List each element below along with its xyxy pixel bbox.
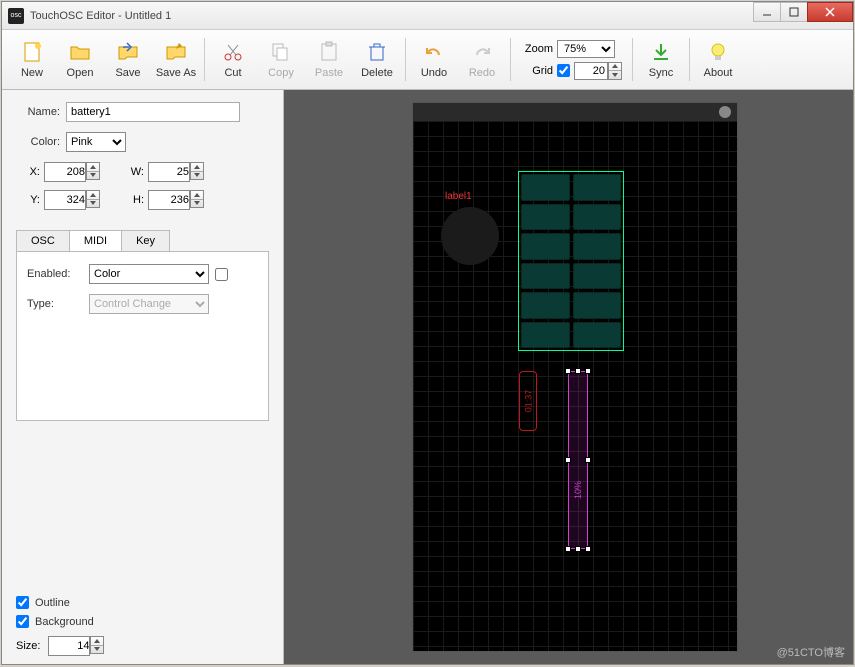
properties-panel: Name: Color: Pink X: Y: W: H: OSC MIDI Ke… [2,90,284,664]
device-statusbar [413,103,737,121]
zoom-label: Zoom [521,43,553,55]
cut-button[interactable]: Cut [209,34,257,85]
background-label: Background [35,616,94,628]
tab-midi[interactable]: MIDI [69,230,122,251]
w-label: W: [130,166,144,178]
folder-open-icon [68,40,92,64]
undo-icon [422,40,446,64]
canvas-area[interactable]: label1 01:37 10% [284,90,853,664]
titlebar[interactable]: osc TouchOSC Editor - Untitled 1 [2,2,853,30]
h-spinner[interactable] [190,190,204,208]
grid-surface[interactable]: label1 01:37 10% [413,121,737,651]
zoom-grid-controls: Zoom 75% Grid [515,34,628,85]
enabled-checkbox[interactable] [215,268,228,281]
tab-osc[interactable]: OSC [16,230,70,251]
color-label: Color: [16,136,60,148]
sync-button[interactable]: Sync [637,34,685,85]
toolbar: New Open Save Save As Cut Copy Paste Del… [2,30,853,90]
grid-checkbox[interactable] [557,64,570,77]
grid-label: Grid [521,65,553,77]
enabled-select[interactable]: Color [89,264,209,284]
x-input[interactable] [44,162,86,182]
background-checkbox[interactable] [16,615,29,628]
resize-handle[interactable] [575,368,581,374]
y-spinner[interactable] [86,190,100,208]
save-button[interactable]: Save [104,34,152,85]
window-title: TouchOSC Editor - Untitled 1 [30,10,754,22]
save-icon [116,40,140,64]
h-input[interactable] [148,190,190,210]
outline-checkbox[interactable] [16,596,29,609]
redo-icon [470,40,494,64]
y-label: Y: [26,194,40,206]
grid-value-input[interactable] [574,62,608,80]
close-button[interactable] [807,2,853,22]
sync-icon [649,40,673,64]
tab-body-midi: Enabled: Color Type: Control Change [16,251,269,421]
size-spinner[interactable] [90,636,104,654]
saveas-icon [164,40,188,64]
type-select: Control Change [89,294,209,314]
type-label: Type: [27,298,83,310]
resize-handle[interactable] [565,457,571,463]
control-time-label[interactable]: 01:37 [519,371,537,431]
resize-handle[interactable] [585,546,591,552]
maximize-button[interactable] [780,2,808,22]
minimize-button[interactable] [753,2,781,22]
size-input[interactable] [48,636,90,656]
new-button[interactable]: New [8,34,56,85]
about-button[interactable]: About [694,34,742,85]
name-label: Name: [16,106,60,118]
control-push-button[interactable] [441,207,499,265]
tab-key[interactable]: Key [121,230,170,251]
resize-handle[interactable] [565,368,571,374]
saveas-button[interactable]: Save As [152,34,200,85]
app-icon: osc [8,8,24,24]
outline-label: Outline [35,597,70,609]
x-spinner[interactable] [86,162,100,180]
copy-button[interactable]: Copy [257,34,305,85]
w-input[interactable] [148,162,190,182]
resize-handle[interactable] [565,546,571,552]
delete-button[interactable]: Delete [353,34,401,85]
resize-handle[interactable] [585,457,591,463]
control-multitoggle[interactable] [518,171,624,351]
enabled-label: Enabled: [27,268,83,280]
status-dot-icon [719,106,731,118]
zoom-select[interactable]: 75% [557,40,615,58]
device-preview[interactable]: label1 01:37 10% [412,102,738,652]
w-spinner[interactable] [190,162,204,180]
size-label: Size: [16,640,40,652]
scissors-icon [221,40,245,64]
open-button[interactable]: Open [56,34,104,85]
undo-button[interactable]: Undo [410,34,458,85]
control-label1[interactable]: label1 [445,191,472,202]
h-label: H: [130,194,144,206]
paste-button[interactable]: Paste [305,34,353,85]
color-select[interactable]: Pink [66,132,126,152]
watermark: @51CTO博客 [777,644,845,660]
control-battery-selected[interactable]: 10% [568,371,588,549]
bulb-icon [706,40,730,64]
copy-icon [269,40,293,64]
resize-handle[interactable] [585,368,591,374]
file-new-icon [20,40,44,64]
name-input[interactable] [66,102,240,122]
x-label: X: [26,166,40,178]
redo-button[interactable]: Redo [458,34,506,85]
trash-icon [365,40,389,64]
grid-spinner[interactable] [608,62,622,80]
resize-handle[interactable] [575,546,581,552]
paste-icon [317,40,341,64]
y-input[interactable] [44,190,86,210]
